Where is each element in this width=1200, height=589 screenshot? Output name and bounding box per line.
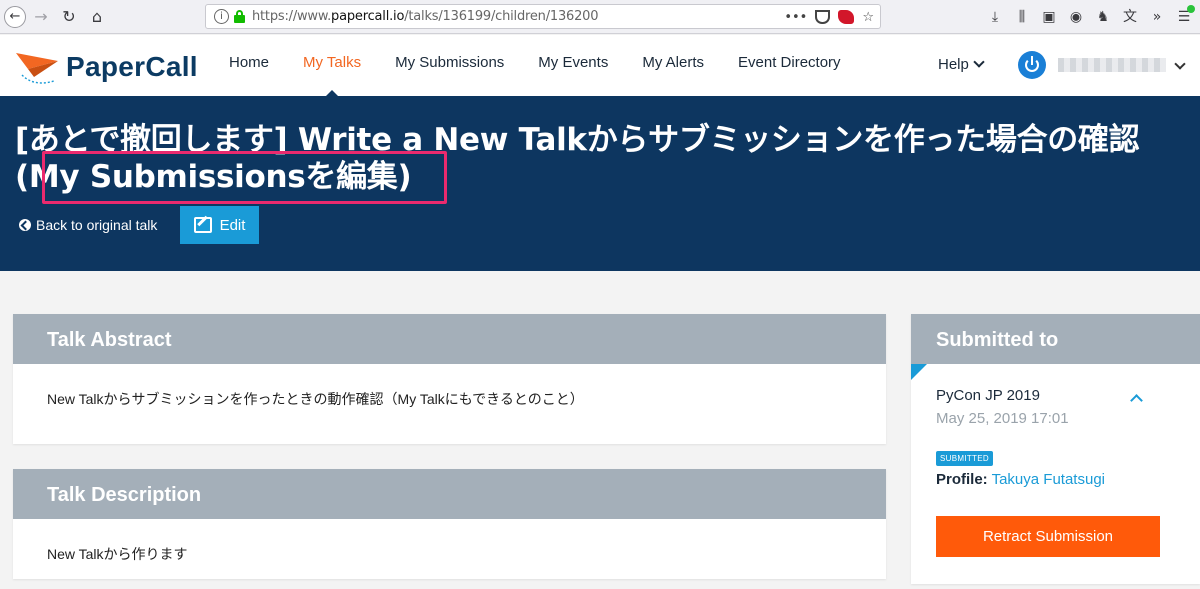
- annotation-highlight-box: [42, 151, 447, 204]
- download-icon[interactable]: ⤓: [987, 9, 1003, 25]
- user-name-redacted[interactable]: [1058, 58, 1166, 72]
- browser-toolbar: ← → ↻ ⌂ i https://www.papercall.io/talks…: [0, 0, 1200, 34]
- nav-my-submissions[interactable]: My Submissions: [378, 35, 521, 96]
- nav-my-talks[interactable]: My Talks: [286, 35, 378, 97]
- abstract-text: New Talkからサブミッションを作ったときの動作確認（My Talkにもでき…: [47, 391, 584, 407]
- edit-icon: [193, 217, 212, 233]
- edit-button[interactable]: Edit: [180, 206, 259, 244]
- profile-link[interactable]: Takuya Futatsugi: [992, 471, 1105, 488]
- bookmark-star-icon[interactable]: ☆: [862, 10, 874, 25]
- extension-icon[interactable]: [838, 10, 855, 24]
- shield-icon[interactable]: ◉: [1068, 9, 1084, 25]
- profile-label: Profile:: [936, 471, 988, 488]
- reload-icon[interactable]: ↻: [58, 6, 80, 28]
- nav-my-alerts[interactable]: My Alerts: [625, 35, 721, 96]
- lock-icon: [234, 10, 245, 23]
- status-badge: SUBMITTED: [936, 451, 993, 466]
- address-bar[interactable]: i https://www.papercall.io/talks/136199/…: [205, 4, 881, 29]
- site-header: PaperCall Home My Talks My Submissions M…: [0, 35, 1200, 97]
- panel-heading: Submitted to: [911, 314, 1200, 364]
- description-text: New Talkから作ります: [47, 546, 188, 562]
- retract-submission-button[interactable]: Retract Submission: [936, 516, 1160, 557]
- page-actions-icon[interactable]: •••: [784, 10, 807, 25]
- corner-ribbon: [911, 364, 927, 380]
- submitted-to-panel: Submitted to PyCon JP 2019 May 25, 2019 …: [911, 314, 1200, 584]
- panel-heading: Talk Abstract: [13, 314, 886, 364]
- help-label: Help: [938, 56, 969, 73]
- pocket-icon[interactable]: [815, 10, 831, 24]
- edit-label: Edit: [219, 216, 246, 234]
- paper-plane-icon: [16, 53, 58, 84]
- chevron-down-icon: [973, 56, 985, 68]
- back-arrow-icon[interactable]: ←: [4, 6, 26, 28]
- menu-icon[interactable]: ☰: [1176, 5, 1195, 25]
- back-to-original-link[interactable]: Back to original talk: [19, 217, 157, 233]
- nav-event-directory[interactable]: Event Directory: [721, 35, 858, 96]
- power-icon[interactable]: [1018, 51, 1046, 79]
- nav-home[interactable]: Home: [212, 35, 286, 96]
- back-link-label: Back to original talk: [36, 217, 158, 233]
- url-text[interactable]: https://www.papercall.io/talks/136199/ch…: [252, 9, 599, 24]
- talk-description-panel: Talk Description New Talkから作ります: [13, 469, 886, 579]
- translate-icon[interactable]: 文: [1122, 9, 1138, 25]
- nav-my-events[interactable]: My Events: [521, 35, 625, 96]
- overflow-chevron-icon[interactable]: »: [1149, 9, 1165, 25]
- help-menu[interactable]: Help: [938, 35, 985, 94]
- evernote-icon[interactable]: ♞: [1095, 9, 1111, 25]
- panel-heading: Talk Description: [13, 469, 886, 519]
- talk-abstract-panel: Talk Abstract New Talkからサブミッションを作ったときの動作…: [13, 314, 886, 444]
- papercall-logo[interactable]: PaperCall: [14, 47, 198, 87]
- home-icon[interactable]: ⌂: [86, 6, 108, 28]
- talk-hero: [あとで撤回します] Write a New Talkからサブミッションを作った…: [0, 96, 1200, 271]
- chevron-up-icon[interactable]: [1130, 394, 1143, 407]
- main-nav: Home My Talks My Submissions My Events M…: [212, 35, 858, 97]
- submission-date: May 25, 2019 17:01: [936, 410, 1069, 427]
- brand-name: PaperCall: [66, 51, 198, 82]
- library-icon[interactable]: ⫼: [1014, 9, 1030, 25]
- circle-arrow-left-icon: [19, 219, 31, 231]
- info-icon[interactable]: i: [214, 9, 229, 24]
- event-name[interactable]: PyCon JP 2019: [936, 387, 1040, 404]
- profile-line: Profile: Takuya Futatsugi: [936, 471, 1105, 488]
- sidebar-icon[interactable]: ▣: [1041, 9, 1057, 25]
- chevron-down-icon[interactable]: [1174, 58, 1186, 70]
- forward-arrow-icon[interactable]: →: [30, 6, 52, 28]
